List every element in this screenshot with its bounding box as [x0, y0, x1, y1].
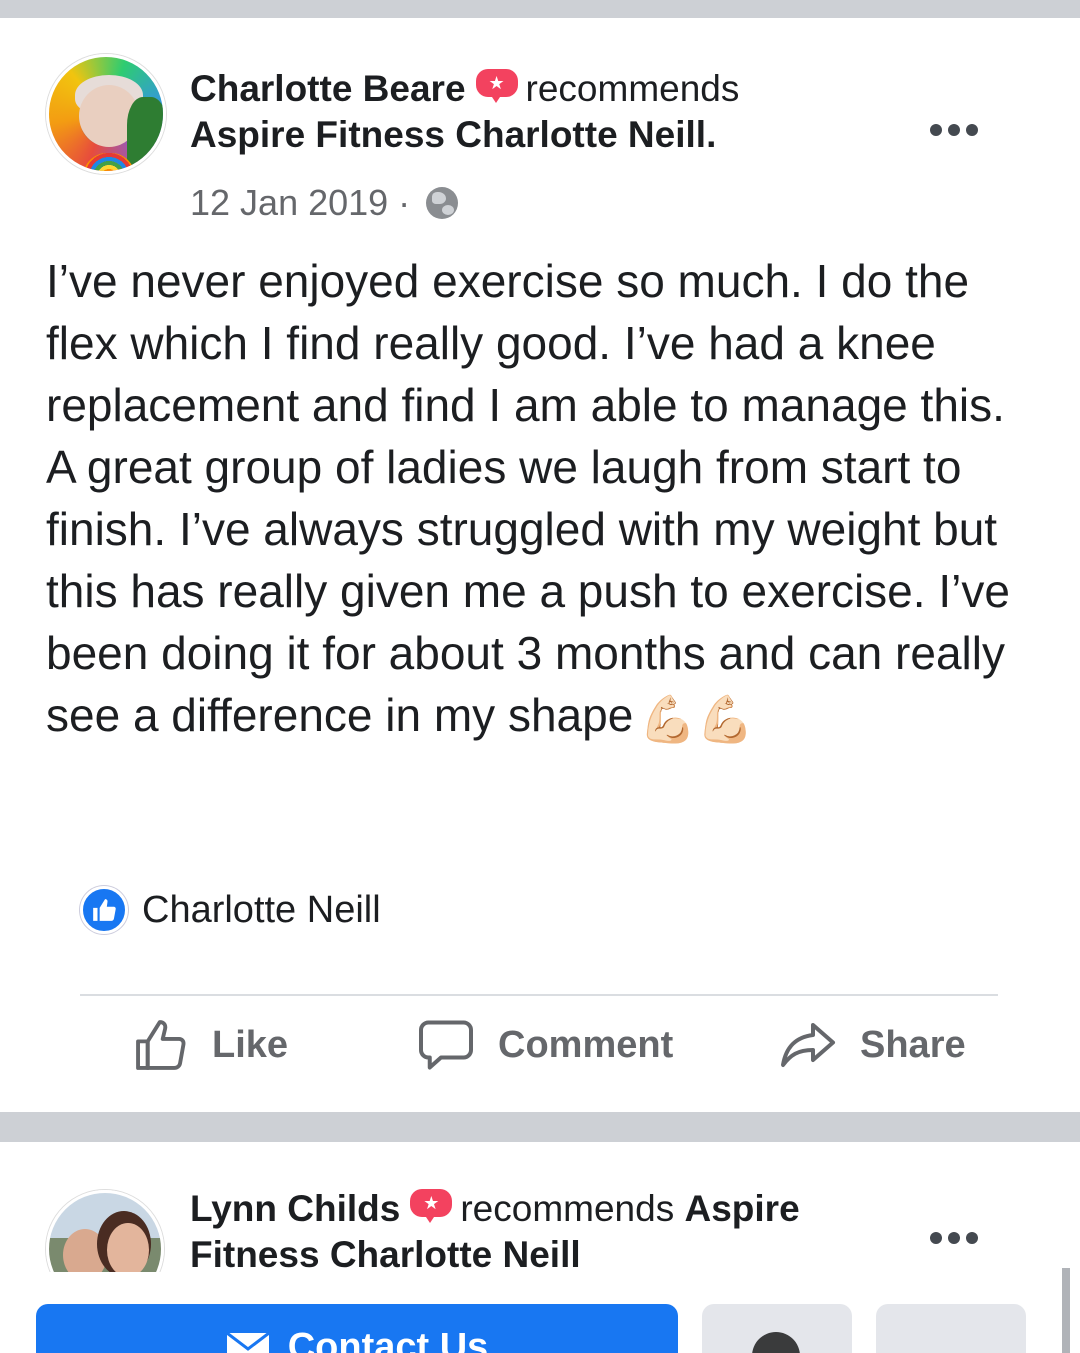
author-name[interactable]: Charlotte Beare: [190, 68, 466, 109]
post-meta: 12 Jan 2019 ·: [190, 182, 459, 224]
post-text: I’ve never enjoyed exercise so much. I d…: [46, 250, 1036, 750]
comment-button[interactable]: Comment: [416, 1010, 673, 1080]
more-icon[interactable]: [930, 1232, 978, 1244]
author-avatar[interactable]: [46, 54, 166, 174]
recommend-icon: ★: [475, 69, 520, 103]
like-label: Like: [212, 1023, 289, 1066]
post-body-text: I’ve never enjoyed exercise so much. I d…: [46, 255, 1010, 741]
contact-us-button[interactable]: Contact Us: [36, 1304, 678, 1353]
author-name-2[interactable]: Lynn Childs: [190, 1188, 400, 1229]
recommendation-post: Charlotte Beare ★ recommends Aspire Fitnes…: [0, 18, 1080, 1112]
share-label: Share: [860, 1023, 966, 1066]
author-avatar-2[interactable]: [46, 1190, 164, 1272]
post-separator: [0, 1112, 1080, 1142]
page-name[interactable]: Aspire Fitness Charlotte Neill.: [190, 114, 716, 155]
comment-icon: [419, 1020, 473, 1070]
more-options-button[interactable]: [876, 1304, 1026, 1353]
share-icon: [781, 1023, 835, 1067]
recommendation-post-2: Lynn Childs ★ recommends Aspire Fitness Ch…: [0, 1142, 1080, 1272]
comment-label: Comment: [498, 1023, 674, 1066]
page-name-2b[interactable]: Fitness Charlotte Neill: [190, 1234, 581, 1272]
recommends-label-2: recommends: [460, 1188, 675, 1229]
reactions-row[interactable]: Charlotte Neill: [80, 886, 381, 934]
messenger-button[interactable]: [702, 1304, 852, 1353]
recommend-icon: ★: [410, 1189, 454, 1223]
recommends-label: recommends: [525, 68, 740, 109]
post-header-2: Lynn Childs ★ recommends Aspire Fitness Ch…: [190, 1186, 890, 1272]
liked-by-name: Charlotte Neill: [142, 888, 381, 931]
like-badge-icon: [80, 886, 128, 934]
top-separator: [0, 0, 1080, 18]
post-date[interactable]: 12 Jan 2019 ·: [190, 182, 410, 223]
page-name-2a[interactable]: Aspire: [685, 1188, 800, 1229]
post-header: Charlotte Beare ★ recommends Aspire Fitnes…: [190, 66, 870, 158]
thumbs-up-icon: [136, 1020, 186, 1070]
messenger-icon: [752, 1332, 800, 1353]
divider: [80, 994, 998, 996]
more-icon[interactable]: [930, 124, 978, 136]
scrollbar[interactable]: [1062, 1268, 1070, 1353]
bottom-action-bar: Contact Us: [0, 1272, 1080, 1353]
contact-us-label: Contact Us: [287, 1326, 489, 1353]
like-button[interactable]: Like: [132, 1010, 288, 1080]
post-actions: Like Comment Share: [0, 1010, 1080, 1080]
envelope-icon: [225, 1332, 270, 1353]
flexed-biceps-emoji: 💪🏻💪🏻: [639, 693, 754, 745]
share-button[interactable]: Share: [778, 1010, 966, 1080]
globe-icon: [426, 187, 459, 219]
